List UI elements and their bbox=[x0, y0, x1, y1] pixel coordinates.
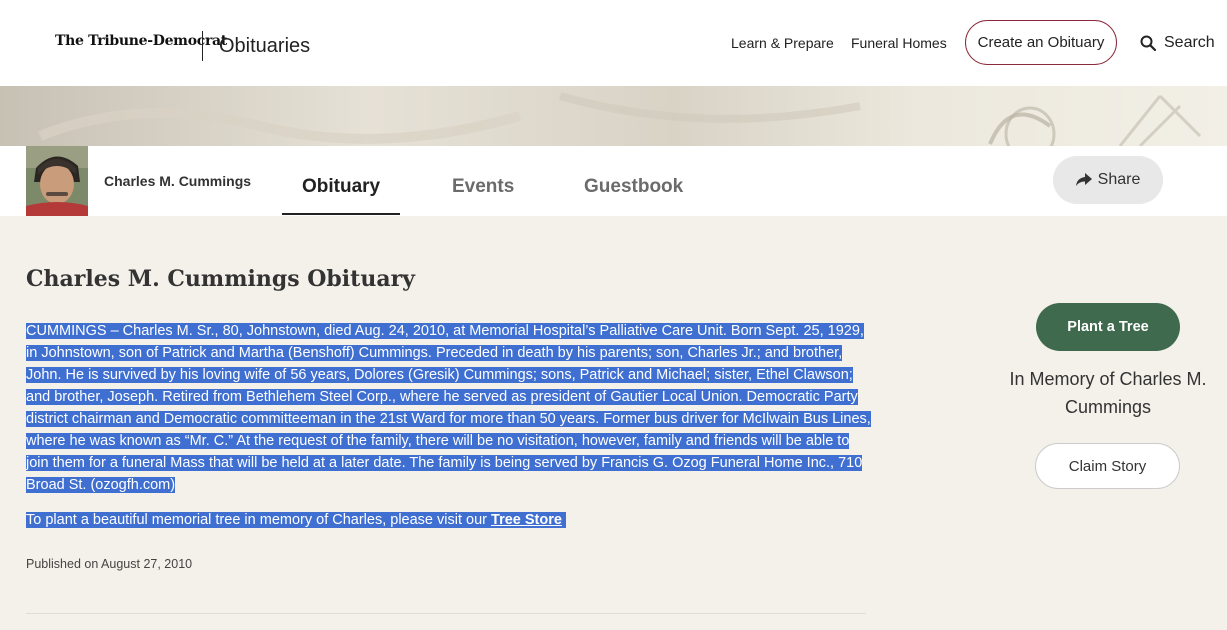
tree-promo-text: To plant a beautiful memorial tree in me… bbox=[26, 512, 487, 528]
search-icon bbox=[1140, 35, 1156, 51]
decorative-banner bbox=[0, 86, 1227, 146]
banner-artwork bbox=[38, 92, 1202, 146]
tree-promo: To plant a beautiful memorial tree in me… bbox=[26, 509, 566, 531]
avatar bbox=[26, 146, 88, 216]
brand-divider bbox=[202, 31, 203, 61]
section-title[interactable]: Obituaries bbox=[219, 35, 310, 58]
tab-guestbook[interactable]: Guestbook bbox=[584, 176, 683, 198]
memory-heading: In Memory of Charles M. Cummings bbox=[1009, 369, 1207, 417]
active-tab-indicator bbox=[282, 213, 400, 215]
share-button[interactable]: Share bbox=[1053, 156, 1163, 204]
search-label: Search bbox=[1164, 34, 1215, 51]
obituary-text: CUMMINGS – Charles M. Sr., 80, Johnstown… bbox=[26, 323, 871, 493]
obituary-body[interactable]: CUMMINGS – Charles M. Sr., 80, Johnstown… bbox=[26, 320, 871, 496]
nav-learn-prepare[interactable]: Learn & Prepare bbox=[731, 35, 834, 51]
tree-promo-text-wrap: To plant a beautiful memorial tree in me… bbox=[26, 512, 566, 528]
search-button[interactable]: Search bbox=[1140, 34, 1215, 52]
obituary-title: Charles M. Cummings Obituary bbox=[26, 266, 415, 292]
create-obituary-button[interactable]: Create an Obituary bbox=[965, 20, 1117, 65]
top-navigation-bar: The Tribune-Democrat Obituaries Learn & … bbox=[0, 0, 1227, 86]
profile-name: Charles M. Cummings bbox=[104, 173, 252, 189]
tab-obituary[interactable]: Obituary bbox=[302, 176, 380, 198]
profile-bar: Charles M. Cummings Obituary Events Gues… bbox=[0, 146, 1227, 216]
plant-tree-button[interactable]: Plant a Tree bbox=[1036, 303, 1180, 351]
claim-story-button[interactable]: Claim Story bbox=[1035, 443, 1180, 489]
published-date: Published on August 27, 2010 bbox=[26, 557, 193, 571]
share-arrow-icon bbox=[1075, 173, 1092, 186]
tab-events[interactable]: Events bbox=[452, 176, 514, 198]
share-label: Share bbox=[1097, 171, 1141, 188]
nav-funeral-homes[interactable]: Funeral Homes bbox=[851, 35, 947, 51]
tree-store-link[interactable]: Tree Store bbox=[491, 512, 562, 528]
content-divider bbox=[26, 613, 866, 614]
